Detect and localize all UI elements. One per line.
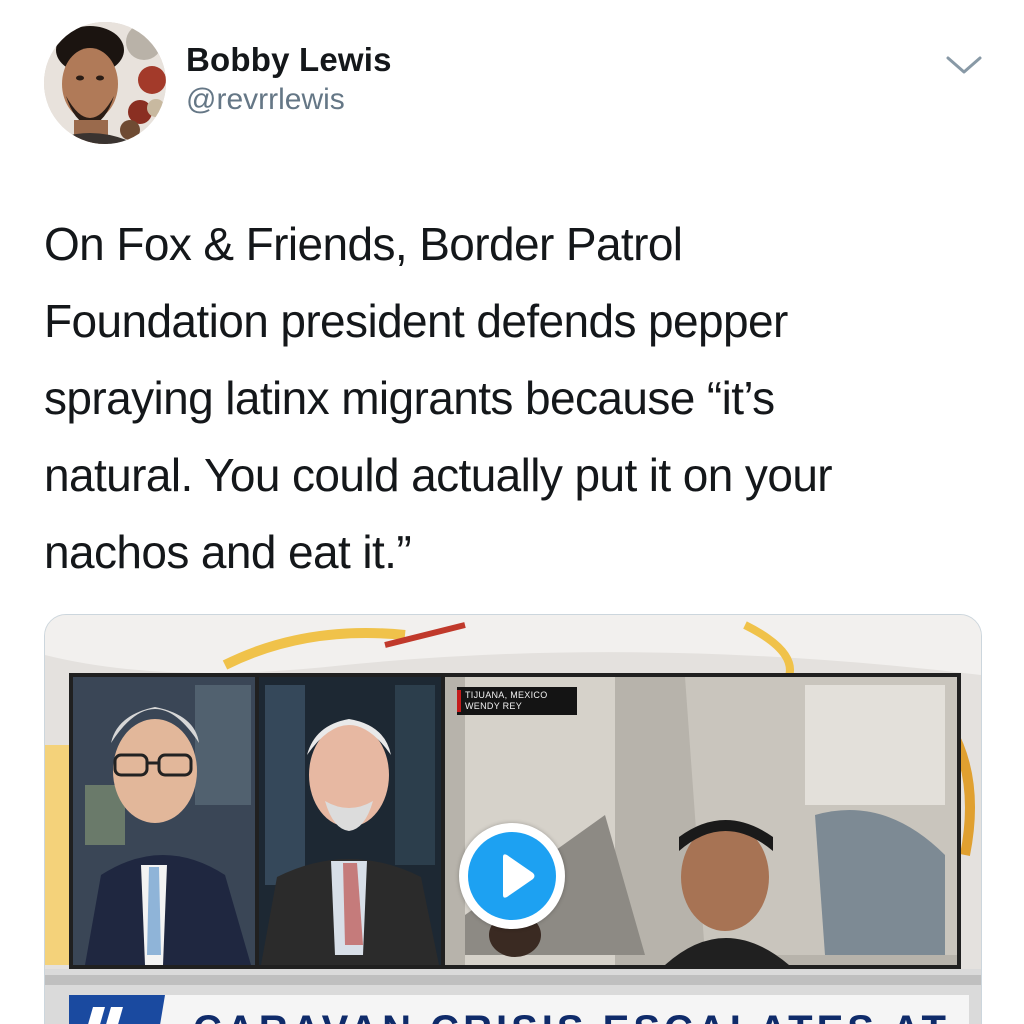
avatar[interactable] bbox=[44, 22, 166, 144]
user-handle[interactable]: @revrrlewis bbox=[186, 80, 392, 120]
author-info: Bobby Lewis @revrrlewis bbox=[186, 40, 392, 120]
location-tag: TIJUANA, MEXICO WENDY REY bbox=[457, 687, 577, 715]
tweet-text-line: Foundation president defends pepper bbox=[44, 295, 788, 347]
tweet-header: Bobby Lewis @revrrlewis bbox=[44, 22, 994, 146]
tweet-text-line: nachos and eat it.” bbox=[44, 526, 412, 578]
tweet-text: On Fox & Friends, Border Patrol Foundati… bbox=[44, 206, 984, 591]
video-thumbnail bbox=[45, 615, 981, 1024]
play-button[interactable] bbox=[459, 823, 565, 929]
tweet-text-line: On Fox & Friends, Border Patrol bbox=[44, 218, 683, 270]
location-tag-line1: TIJUANA, MEXICO bbox=[465, 690, 548, 700]
news-chyron: CARAVAN CRISIS ESCALATES AT U.S. BORDER bbox=[193, 1007, 953, 1024]
chevron-down-icon[interactable] bbox=[944, 50, 984, 80]
location-tag-accent bbox=[457, 690, 461, 712]
tweet-text-line: natural. You could actually put it on yo… bbox=[44, 449, 833, 501]
location-tag-line2: WENDY REY bbox=[465, 701, 523, 711]
tweet-text-line: spraying latinx migrants because “it’s bbox=[44, 372, 775, 424]
play-icon bbox=[503, 854, 535, 898]
display-name[interactable]: Bobby Lewis bbox=[186, 40, 392, 80]
video-player[interactable]: TIJUANA, MEXICO WENDY REY CARAVAN CRISIS… bbox=[44, 614, 982, 1024]
avatar-image bbox=[44, 22, 166, 144]
tweet-page: Bobby Lewis @revrrlewis On Fox & Friends… bbox=[0, 0, 1024, 1024]
